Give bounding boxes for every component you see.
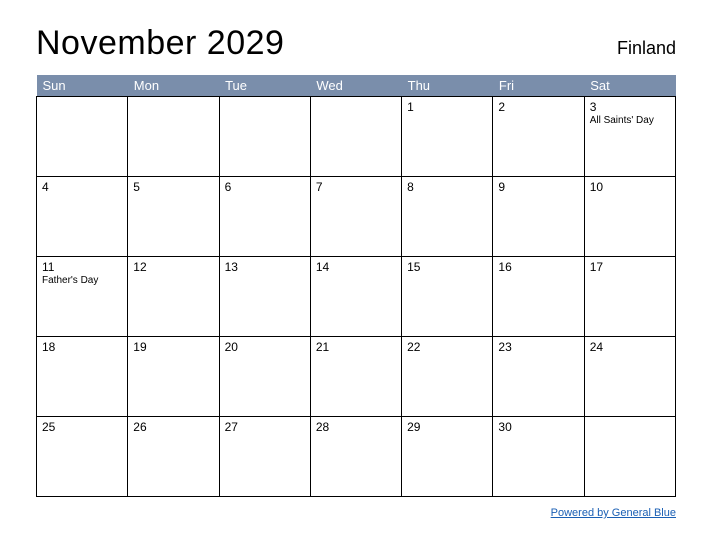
day-cell: 11Father's Day (37, 257, 128, 337)
day-cell (310, 97, 401, 177)
day-cell: 9 (493, 177, 584, 257)
week-row: 11Father's Day 12 13 14 15 16 17 (37, 257, 676, 337)
day-number: 12 (133, 260, 213, 274)
week-row: 18 19 20 21 22 23 24 (37, 337, 676, 417)
day-number: 16 (498, 260, 578, 274)
day-number: 18 (42, 340, 122, 354)
day-number: 21 (316, 340, 396, 354)
day-number: 10 (590, 180, 670, 194)
day-number: 25 (42, 420, 122, 434)
calendar-body: 123All Saints' Day4567891011Father's Day… (37, 97, 676, 497)
day-cell: 21 (310, 337, 401, 417)
day-number: 19 (133, 340, 213, 354)
day-cell: 10 (584, 177, 675, 257)
day-cell: 8 (402, 177, 493, 257)
credit-link[interactable]: Powered by General Blue (551, 507, 676, 519)
day-number: 15 (407, 260, 487, 274)
day-cell: 23 (493, 337, 584, 417)
day-number: 17 (590, 260, 670, 274)
day-number: 5 (133, 180, 213, 194)
day-cell: 16 (493, 257, 584, 337)
calendar-header: November 2029 Finland (36, 24, 676, 63)
day-cell: 12 (128, 257, 219, 337)
day-number: 4 (42, 180, 122, 194)
day-number: 23 (498, 340, 578, 354)
weekday-wed: Wed (310, 75, 401, 97)
day-cell: 13 (219, 257, 310, 337)
day-cell: 1 (402, 97, 493, 177)
weekday-header-row: Sun Mon Tue Wed Thu Fri Sat (37, 75, 676, 97)
calendar-grid: Sun Mon Tue Wed Thu Fri Sat 123All Saint… (36, 75, 676, 497)
day-cell: 25 (37, 417, 128, 497)
day-cell: 30 (493, 417, 584, 497)
day-cell: 3All Saints' Day (584, 97, 675, 177)
day-number: 2 (498, 100, 578, 114)
day-cell (584, 417, 675, 497)
day-cell: 27 (219, 417, 310, 497)
day-event: All Saints' Day (590, 115, 670, 127)
day-number: 30 (498, 420, 578, 434)
day-cell: 14 (310, 257, 401, 337)
day-number: 1 (407, 100, 487, 114)
day-cell (37, 97, 128, 177)
week-row: 456789 10 (37, 177, 676, 257)
day-cell (128, 97, 219, 177)
day-number: 11 (42, 260, 122, 274)
day-number: 9 (498, 180, 578, 194)
day-cell: 22 (402, 337, 493, 417)
day-number: 13 (225, 260, 305, 274)
day-cell: 2 (493, 97, 584, 177)
region-label: Finland (617, 38, 676, 59)
weekday-tue: Tue (219, 75, 310, 97)
day-cell: 26 (128, 417, 219, 497)
day-cell: 15 (402, 257, 493, 337)
day-number: 7 (316, 180, 396, 194)
weekday-sat: Sat (584, 75, 675, 97)
day-cell: 5 (128, 177, 219, 257)
day-cell: 24 (584, 337, 675, 417)
month-year-title: November 2029 (36, 24, 284, 63)
week-row: 123All Saints' Day (37, 97, 676, 177)
day-cell: 4 (37, 177, 128, 257)
day-number: 8 (407, 180, 487, 194)
day-cell: 29 (402, 417, 493, 497)
weekday-mon: Mon (128, 75, 219, 97)
day-number: 20 (225, 340, 305, 354)
day-number: 28 (316, 420, 396, 434)
day-cell: 20 (219, 337, 310, 417)
day-number: 29 (407, 420, 487, 434)
day-number: 22 (407, 340, 487, 354)
day-cell: 19 (128, 337, 219, 417)
day-cell (219, 97, 310, 177)
weekday-sun: Sun (37, 75, 128, 97)
day-event: Father's Day (42, 275, 122, 287)
week-row: 25 26 27 28 29 30 (37, 417, 676, 497)
day-number: 24 (590, 340, 670, 354)
weekday-thu: Thu (402, 75, 493, 97)
day-number: 26 (133, 420, 213, 434)
day-number: 27 (225, 420, 305, 434)
day-number: 6 (225, 180, 305, 194)
day-cell: 17 (584, 257, 675, 337)
day-cell: 28 (310, 417, 401, 497)
footer: Powered by General Blue (36, 503, 676, 521)
day-number: 14 (316, 260, 396, 274)
weekday-fri: Fri (493, 75, 584, 97)
day-cell: 7 (310, 177, 401, 257)
day-cell: 6 (219, 177, 310, 257)
day-cell: 18 (37, 337, 128, 417)
day-number: 3 (590, 100, 670, 114)
